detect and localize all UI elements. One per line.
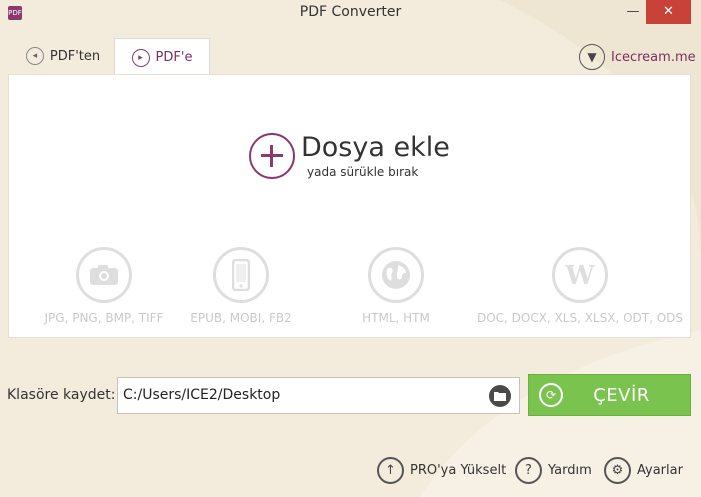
word-icon: W — [552, 247, 608, 303]
close-button[interactable]: ✕ — [646, 0, 691, 24]
upgrade-label: PRO'ya Yükselt — [410, 462, 507, 478]
format-label: DOC, DOCX, XLS, XLSX, ODT, ODS — [476, 311, 684, 325]
window-title: PDF Converter — [299, 4, 402, 20]
refresh-icon: ⟳ — [539, 383, 563, 407]
pdf-from-icon: ◂ — [25, 47, 44, 65]
format-html: HTML, HTM — [349, 247, 443, 325]
icecream-icon: ▼ — [579, 44, 605, 70]
plus-circle-icon — [249, 133, 295, 179]
help-button[interactable]: ? Yardım — [515, 456, 592, 484]
brand-label: Icecream.me — [611, 49, 696, 65]
help-label: Yardım — [548, 462, 592, 478]
settings-button[interactable]: ⚙ Ayarlar — [604, 456, 683, 484]
question-icon: ? — [515, 456, 542, 484]
pdf-to-icon: ▸ — [131, 48, 150, 67]
arrow-up-icon: ↑ — [377, 456, 404, 484]
convert-button[interactable]: ⟳ ÇEVİR — [528, 374, 691, 416]
save-path-value: C:/Users/ICE2/Desktop — [123, 387, 281, 403]
format-label: JPG, PNG, BMP, TIFF — [44, 311, 164, 325]
save-path-field[interactable]: C:/Users/ICE2/Desktop — [117, 377, 520, 414]
phone-icon — [213, 247, 269, 303]
upgrade-pro-button[interactable]: ↑ PRO'ya Yükselt — [377, 456, 506, 484]
add-file-subtitle: yada sürükle bırak — [307, 165, 419, 179]
tab-pdf-from[interactable]: ◂ PDF'ten — [16, 38, 110, 74]
add-file-button[interactable]: Dosya ekle yada sürükle bırak — [249, 132, 450, 179]
tab-pdf-to[interactable]: ▸ PDF'e — [114, 38, 210, 76]
drop-zone[interactable]: Dosya ekle yada sürükle bırak JPG, PNG, … — [8, 74, 691, 338]
svg-text:W: W — [564, 262, 595, 288]
camera-icon — [76, 247, 132, 303]
format-label: EPUB, MOBI, FB2 — [190, 311, 292, 325]
format-label: HTML, HTM — [362, 311, 430, 325]
add-file-title: Dosya ekle — [301, 132, 450, 163]
save-folder-label: Klasöre kaydet: — [7, 387, 116, 403]
format-image: JPG, PNG, BMP, TIFF — [24, 247, 184, 325]
folder-icon[interactable] — [489, 385, 511, 407]
format-ebook: EPUB, MOBI, FB2 — [186, 247, 296, 325]
tab-label: PDF'e — [155, 50, 193, 65]
globe-icon — [368, 247, 424, 303]
format-office: W DOC, DOCX, XLS, XLSX, ODT, ODS — [471, 247, 689, 325]
gear-icon: ⚙ — [604, 456, 631, 484]
title-bar: PDF PDF Converter — ✕ — [0, 0, 701, 28]
brand-link[interactable]: ▼ Icecream.me — [579, 43, 696, 71]
convert-label: ÇEVİR — [593, 384, 650, 406]
tab-label: PDF'ten — [49, 48, 101, 64]
settings-label: Ayarlar — [637, 462, 683, 478]
